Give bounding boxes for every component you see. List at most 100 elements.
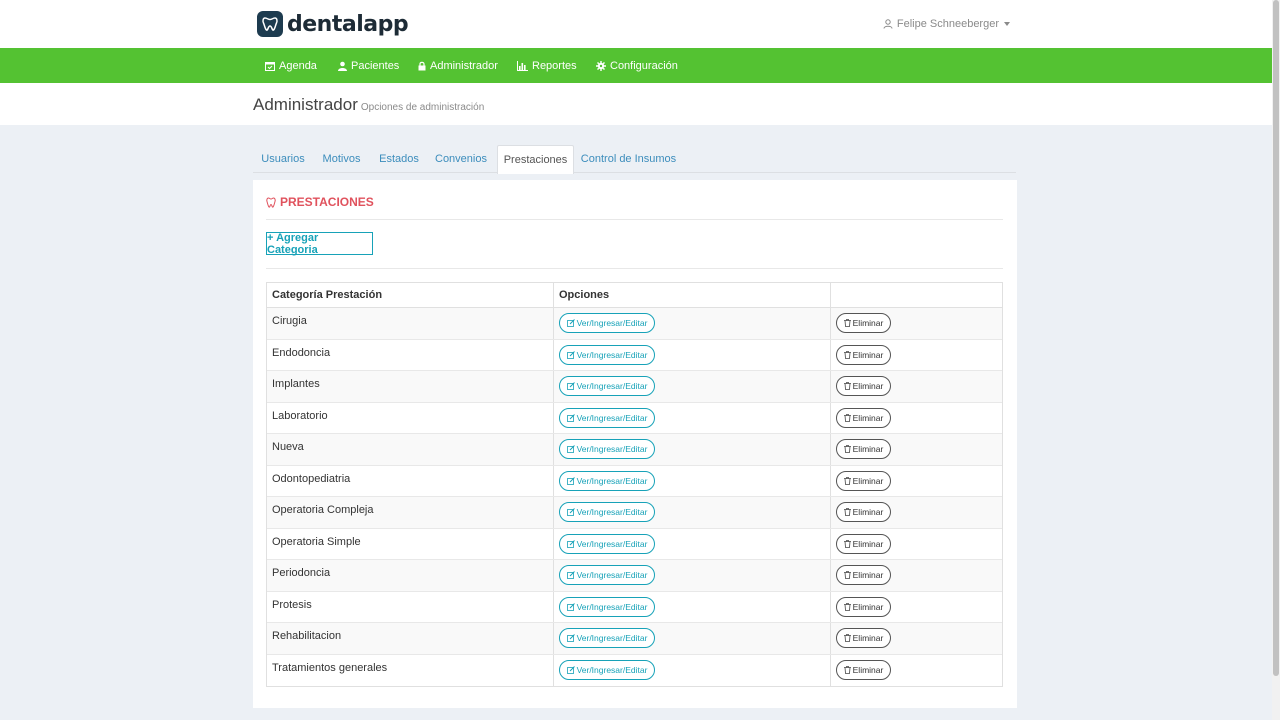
edit-button[interactable]: Ver/Ingresar/Editar bbox=[559, 470, 655, 491]
edit-button-label: Ver/Ingresar/Editar bbox=[576, 601, 648, 612]
trash-icon bbox=[843, 382, 851, 391]
options-cell: Ver/Ingresar/Editar bbox=[554, 339, 831, 370]
nav-item-reportes[interactable]: Reportes bbox=[517, 48, 577, 83]
edit-button[interactable]: Ver/Ingresar/Editar bbox=[559, 660, 655, 681]
delete-button[interactable]: Eliminar bbox=[836, 407, 891, 428]
tab-prestaciones[interactable]: Prestaciones bbox=[497, 145, 574, 174]
category-name: Periodoncia bbox=[267, 560, 554, 591]
table-body: Cirugia Ver/Ingresar/Editar Eliminar End… bbox=[267, 308, 1002, 686]
nav-item-administrador[interactable]: Administrador bbox=[418, 48, 498, 83]
delete-button-label: Eliminar bbox=[852, 538, 884, 549]
actions-cell: Eliminar bbox=[831, 340, 1002, 371]
user-name: Felipe Schneeberger bbox=[896, 18, 999, 30]
options-cell: Ver/Ingresar/Editar bbox=[554, 623, 831, 654]
tab-convenios[interactable]: Convenios bbox=[431, 145, 491, 173]
delete-button[interactable]: Eliminar bbox=[836, 439, 891, 460]
actions-cell: Eliminar bbox=[831, 497, 1002, 528]
table-row: Tratamientos generales Ver/Ingresar/Edit… bbox=[267, 654, 1002, 687]
scrollbar-thumb[interactable] bbox=[1273, 0, 1279, 676]
gear-icon bbox=[596, 60, 606, 71]
trash-icon bbox=[843, 319, 851, 328]
delete-button[interactable]: Eliminar bbox=[836, 313, 891, 334]
nav-label: Agenda bbox=[279, 59, 317, 72]
bar-chart-icon bbox=[517, 60, 528, 71]
page-title-text: Administrador bbox=[253, 95, 358, 114]
delete-button-label: Eliminar bbox=[852, 349, 884, 360]
categories-table: Categoría Prestación Opciones Cirugia Ve… bbox=[266, 282, 1003, 687]
edit-button[interactable]: Ver/Ingresar/Editar bbox=[559, 344, 655, 365]
edit-button-label: Ver/Ingresar/Editar bbox=[576, 538, 648, 549]
delete-button[interactable]: Eliminar bbox=[836, 628, 891, 649]
options-cell: Ver/Ingresar/Editar bbox=[554, 591, 831, 622]
edit-button[interactable]: Ver/Ingresar/Editar bbox=[559, 533, 655, 554]
nav-item-pacientes[interactable]: Pacientes bbox=[338, 48, 399, 83]
trash-icon bbox=[843, 445, 851, 454]
delete-button[interactable]: Eliminar bbox=[836, 344, 891, 365]
edit-button-label: Ver/Ingresar/Editar bbox=[576, 349, 648, 360]
edit-button[interactable]: Ver/Ingresar/Editar bbox=[559, 439, 655, 460]
edit-button[interactable]: Ver/Ingresar/Editar bbox=[559, 628, 655, 649]
nav-item-agenda[interactable]: Agenda bbox=[265, 48, 317, 83]
user-menu[interactable]: Felipe Schneeberger bbox=[883, 18, 1010, 30]
actions-cell: Eliminar bbox=[831, 308, 1002, 339]
edit-icon bbox=[566, 666, 575, 675]
actions-cell: Eliminar bbox=[831, 529, 1002, 560]
options-cell: Ver/Ingresar/Editar bbox=[554, 434, 831, 465]
trash-icon bbox=[843, 634, 851, 643]
table-row: Nueva Ver/Ingresar/Editar Eliminar bbox=[267, 434, 1002, 466]
delete-button-label: Eliminar bbox=[852, 318, 884, 329]
scrollbar[interactable] bbox=[1272, 0, 1280, 720]
category-name: Endodoncia bbox=[267, 339, 554, 370]
edit-button[interactable]: Ver/Ingresar/Editar bbox=[559, 313, 655, 334]
delete-button-label: Eliminar bbox=[852, 601, 884, 612]
delete-button-label: Eliminar bbox=[852, 507, 884, 518]
options-cell: Ver/Ingresar/Editar bbox=[554, 528, 831, 559]
user-icon bbox=[338, 61, 347, 71]
edit-button-label: Ver/Ingresar/Editar bbox=[576, 318, 648, 329]
edit-button-label: Ver/Ingresar/Editar bbox=[576, 475, 648, 486]
logo[interactable]: dentalapp bbox=[257, 11, 409, 37]
table-row: Laboratorio Ver/Ingresar/Editar Eliminar bbox=[267, 402, 1002, 434]
delete-button[interactable]: Eliminar bbox=[836, 596, 891, 617]
nav-item-configuracion[interactable]: Configuración bbox=[596, 48, 678, 83]
actions-cell: Eliminar bbox=[831, 403, 1002, 434]
delete-button-label: Eliminar bbox=[852, 475, 884, 486]
table-row: Operatoria Compleja Ver/Ingresar/Editar … bbox=[267, 497, 1002, 529]
actions-cell: Eliminar bbox=[831, 466, 1002, 497]
actions-cell: Eliminar bbox=[831, 371, 1002, 402]
edit-icon bbox=[566, 476, 575, 485]
actions-cell: Eliminar bbox=[831, 655, 1002, 687]
tab-control-de-insumos[interactable]: Control de Insumos bbox=[580, 145, 677, 173]
edit-button[interactable]: Ver/Ingresar/Editar bbox=[559, 502, 655, 523]
delete-button[interactable]: Eliminar bbox=[836, 502, 891, 523]
edit-button[interactable]: Ver/Ingresar/Editar bbox=[559, 407, 655, 428]
category-name: Cirugia bbox=[267, 308, 554, 339]
tab-estados[interactable]: Estados bbox=[373, 145, 425, 173]
delete-button[interactable]: Eliminar bbox=[836, 565, 891, 586]
edit-button-label: Ver/Ingresar/Editar bbox=[576, 444, 648, 455]
main-nav: Agenda Pacientes Administrador Reportes … bbox=[0, 48, 1272, 83]
actions-cell: Eliminar bbox=[831, 434, 1002, 465]
add-category-button[interactable]: + Agregar Categoria bbox=[266, 232, 373, 256]
table-row: Cirugia Ver/Ingresar/Editar Eliminar bbox=[267, 308, 1002, 340]
prestaciones-panel: PRESTACIONES + Agregar Categoria Categor… bbox=[253, 180, 1017, 708]
edit-icon bbox=[566, 508, 575, 517]
actions-cell: Eliminar bbox=[831, 592, 1002, 623]
delete-button-label: Eliminar bbox=[852, 412, 884, 423]
delete-button[interactable]: Eliminar bbox=[836, 660, 891, 681]
edit-button[interactable]: Ver/Ingresar/Editar bbox=[559, 565, 655, 586]
delete-button[interactable]: Eliminar bbox=[836, 470, 891, 491]
edit-button[interactable]: Ver/Ingresar/Editar bbox=[559, 596, 655, 617]
edit-icon bbox=[566, 634, 575, 643]
delete-button[interactable]: Eliminar bbox=[836, 533, 891, 554]
tab-motivos[interactable]: Motivos bbox=[315, 145, 368, 173]
page-subtitle: Opciones de administración bbox=[360, 102, 485, 113]
category-name: Protesis bbox=[267, 591, 554, 622]
edit-button[interactable]: Ver/Ingresar/Editar bbox=[559, 376, 655, 397]
table-row: Endodoncia Ver/Ingresar/Editar Eliminar bbox=[267, 339, 1002, 371]
trash-icon bbox=[843, 571, 851, 580]
edit-icon bbox=[566, 382, 575, 391]
delete-button[interactable]: Eliminar bbox=[836, 376, 891, 397]
tab-usuarios[interactable]: Usuarios bbox=[253, 145, 313, 173]
edit-icon bbox=[566, 539, 575, 548]
